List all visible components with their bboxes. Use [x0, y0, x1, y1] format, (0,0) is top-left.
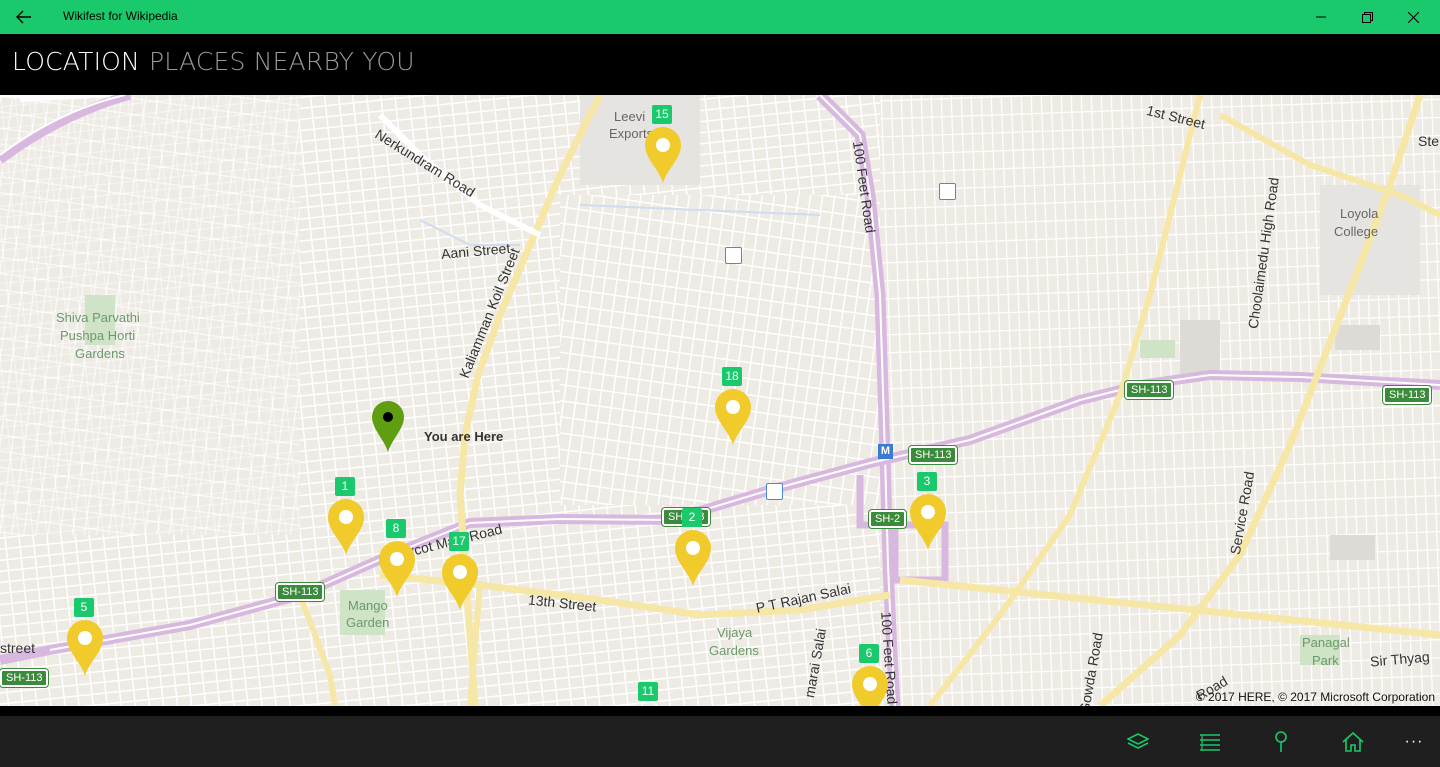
- place-label: Park: [1312, 653, 1339, 668]
- place-pin[interactable]: 6: [850, 644, 890, 706]
- place-label: Pushpa Horti: [60, 328, 136, 343]
- place-pin[interactable]: 2: [673, 508, 713, 586]
- pin-number: 18: [722, 367, 742, 386]
- place-label: Leevi: [614, 109, 646, 124]
- current-location-pin[interactable]: [370, 399, 406, 453]
- map-pin-icon: [910, 494, 946, 550]
- map-copyright: © 2017 HERE, © 2017 Microsoft Corporatio…: [1195, 690, 1435, 704]
- arrow-left-icon: [16, 10, 31, 24]
- bus-stop-icon: [725, 247, 742, 264]
- restore-icon: [1361, 11, 1373, 23]
- place-label: Gardens: [75, 346, 125, 361]
- pin-number: 2: [682, 508, 702, 527]
- list-icon: [1200, 733, 1220, 751]
- highway-shield: SH-113: [1123, 380, 1175, 400]
- close-button[interactable]: [1390, 0, 1436, 34]
- location-pin-icon: [372, 401, 404, 452]
- restore-button[interactable]: [1344, 0, 1390, 34]
- tab-places-nearby[interactable]: PLACES NEARBY YOU: [149, 47, 415, 76]
- bus-stop-icon: [939, 183, 956, 200]
- home-button[interactable]: [1329, 716, 1377, 767]
- place-pin[interactable]: 15: [643, 105, 683, 183]
- minimize-button[interactable]: [1298, 0, 1344, 34]
- place-label: Garden: [346, 615, 390, 630]
- you-are-here-label: You are Here: [424, 429, 504, 444]
- metro-icon: M: [878, 444, 893, 459]
- more-button[interactable]: ···: [1390, 716, 1438, 767]
- map-pin-icon: [852, 666, 888, 706]
- window-title: Wikifest for Wikipedia: [63, 9, 178, 23]
- map-pin-icon: [67, 620, 103, 676]
- pin-number: 3: [917, 472, 937, 491]
- place-pin[interactable]: 3: [908, 472, 948, 550]
- place-label: Panagal: [1302, 635, 1350, 650]
- map-pin-icon: [442, 554, 478, 610]
- place-pin[interactable]: 18: [713, 367, 753, 445]
- layers-icon: [1127, 732, 1149, 749]
- place-label: Loyola: [1340, 206, 1379, 221]
- bus-stop-icon: [766, 483, 783, 500]
- map-bottom-divider: [0, 706, 1440, 716]
- place-label: Gardens: [709, 643, 759, 658]
- place-pin[interactable]: 1: [326, 477, 366, 555]
- highway-shield: SH-113: [274, 582, 326, 602]
- pin-number: 15: [652, 105, 672, 124]
- place-pin[interactable]: 8: [377, 519, 417, 597]
- pivot-header: LOCATION PLACES NEARBY YOU: [0, 34, 1440, 95]
- pin-number: 6: [859, 644, 879, 663]
- pin-number: 17: [449, 532, 469, 551]
- place-pin[interactable]: 5: [65, 598, 105, 676]
- pin-number: 11: [638, 682, 658, 701]
- pin-number: 8: [386, 519, 406, 538]
- map-pin-icon: [328, 499, 364, 555]
- place-pin[interactable]: 11: [629, 682, 669, 706]
- highway-shield: SH-113: [0, 668, 50, 688]
- highway-shield: SH-2: [867, 509, 908, 529]
- pin-button[interactable]: [1257, 716, 1305, 767]
- back-button[interactable]: [0, 0, 48, 34]
- minimize-icon: [1316, 16, 1326, 18]
- pin-number: 5: [74, 598, 94, 617]
- road-label: street: [0, 640, 36, 656]
- place-label: Mango: [348, 598, 388, 613]
- place-label: Shiva Parvathi: [56, 310, 140, 325]
- map-pin-icon: [645, 127, 681, 183]
- close-icon: [1407, 11, 1419, 23]
- map-pin-icon: [379, 541, 415, 597]
- home-icon: [1342, 731, 1364, 752]
- layers-button[interactable]: [1114, 716, 1162, 767]
- place-label: Vijaya: [717, 625, 753, 640]
- pin-number: 1: [335, 477, 355, 496]
- pin-icon: [1275, 730, 1287, 752]
- title-bar: Wikifest for Wikipedia: [0, 0, 1440, 34]
- map-pin-icon: [675, 530, 711, 586]
- place-label: College: [1334, 224, 1379, 239]
- tab-location[interactable]: LOCATION: [12, 47, 140, 76]
- road-label: Ste: [1418, 133, 1440, 149]
- list-button[interactable]: [1186, 716, 1234, 767]
- place-pin[interactable]: 17: [440, 532, 480, 610]
- map-pin-icon: [715, 389, 751, 445]
- highway-shield: SH-113: [1381, 385, 1433, 405]
- highway-shield: SH-113: [907, 445, 959, 465]
- map-view[interactable]: Shiva Parvathi Pushpa Horti Gardens Mang…: [0, 95, 1440, 706]
